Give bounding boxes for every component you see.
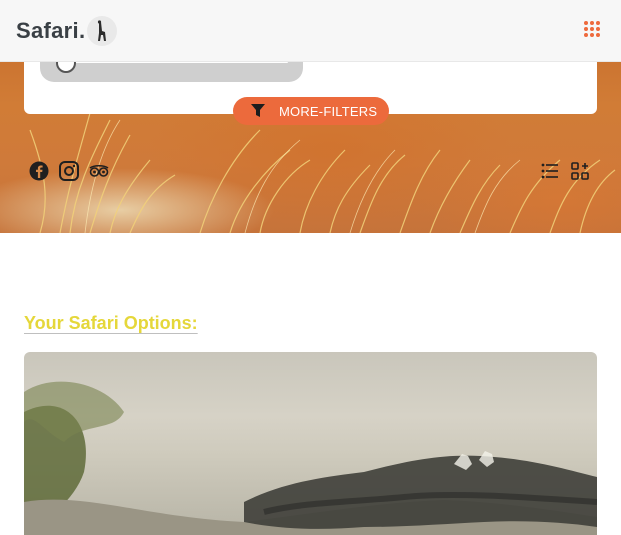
tripadvisor-icon[interactable] [88,160,110,182]
social-links [28,160,110,182]
instagram-icon[interactable] [58,160,80,182]
view-toggle-group [541,162,589,180]
wildebeest-migration-image [24,381,597,535]
funnel-icon [251,104,265,117]
brand-name: Safari. [16,18,86,43]
list-view-icon[interactable] [541,162,559,180]
more-filters-button[interactable]: MORE-FILTERS [233,97,389,125]
grid-menu-icon[interactable] [583,20,601,38]
top-navigation: Safari. [0,0,621,62]
safari-option-photo[interactable] [24,352,597,535]
section-title: Your Safari Options: [24,313,198,333]
facebook-icon[interactable] [28,160,50,182]
grid-add-view-icon[interactable] [571,162,589,180]
giraffe-icon [87,16,118,46]
brand-logo[interactable]: Safari. [16,16,118,46]
more-filters-label: MORE-FILTERS [279,103,378,119]
